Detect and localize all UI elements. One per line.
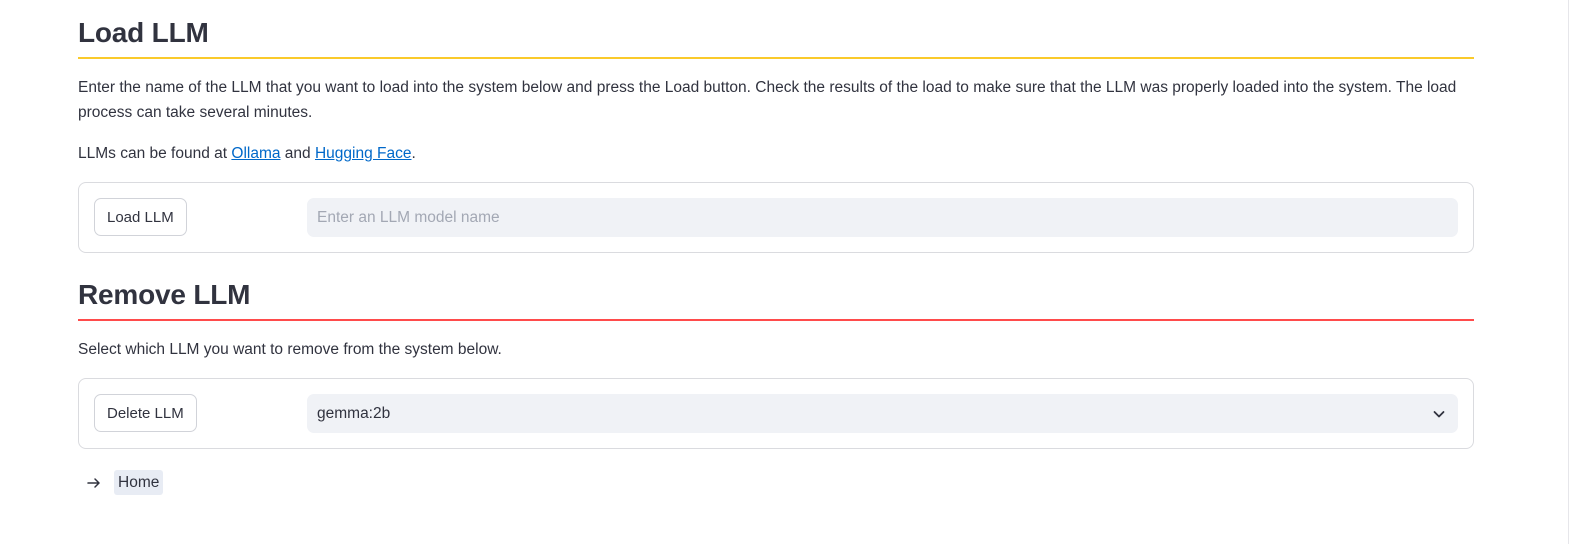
- page: Load LLM Enter the name of the LLM that …: [0, 0, 1583, 544]
- selected-model-value: gemma:2b: [317, 404, 391, 422]
- load-llm-description: Enter the name of the LLM that you want …: [78, 79, 1457, 121]
- remove-llm-divider: [78, 319, 1474, 321]
- hugging-face-link[interactable]: Hugging Face: [315, 145, 412, 162]
- remove-llm-form: Delete LLM gemma:2b: [78, 378, 1474, 449]
- llm-sources-text: LLMs can be found at Ollama and Hugging …: [78, 142, 416, 166]
- chevron-down-icon[interactable]: [1430, 405, 1448, 423]
- llm-sources-prefix: LLMs can be found at: [78, 145, 232, 162]
- load-llm-button[interactable]: Load LLM: [94, 198, 187, 236]
- llm-sources-and: and: [280, 145, 315, 162]
- arrow-right-icon: [86, 474, 104, 492]
- delete-llm-button[interactable]: Delete LLM: [94, 394, 197, 432]
- ollama-link[interactable]: Ollama: [231, 145, 280, 162]
- scrollbar[interactable]: [1568, 0, 1569, 544]
- llm-sources-suffix: .: [411, 145, 416, 162]
- load-llm-divider: [78, 57, 1474, 59]
- llm-model-select[interactable]: gemma:2b: [307, 394, 1458, 433]
- home-nav-link[interactable]: Home: [86, 470, 164, 495]
- load-llm-form: Load LLM: [78, 182, 1474, 253]
- remove-llm-heading: Remove LLM: [78, 279, 251, 310]
- home-link-label[interactable]: Home: [114, 470, 164, 495]
- load-llm-heading: Load LLM: [78, 17, 209, 48]
- llm-model-name-input[interactable]: [307, 198, 1458, 237]
- remove-llm-description: Select which LLM you want to remove from…: [78, 341, 502, 358]
